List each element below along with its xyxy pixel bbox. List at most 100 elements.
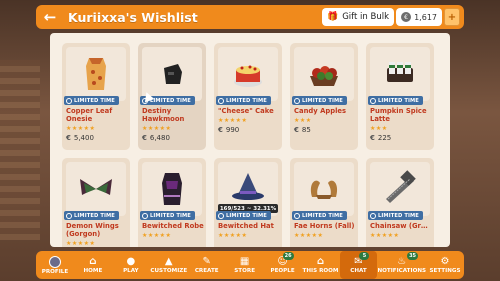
nav-chat[interactable]: 5 ✉ CHAT (339, 251, 378, 279)
chat-count-badge: 5 (359, 252, 370, 260)
nav-notifications[interactable]: 35 ♨ NOTIFICATIONS (377, 251, 426, 279)
limited-time-badge: LIMITED TIME (368, 211, 423, 220)
people-count-badge: 26 (282, 252, 294, 260)
item-name: Destiny Hawkmoon Pai... (142, 107, 185, 123)
bottom-nav-bar: PROFILE ⌂ HOME ● PLAY ▲ CUSTOMIZE ✎ CREA… (36, 251, 464, 279)
limited-time-badge: LIMITED TIME (292, 96, 347, 105)
nav-this-room[interactable]: ⌂ THIS ROOM (302, 251, 340, 279)
clock-icon (370, 212, 376, 219)
item-name: Pumpkin Spice Latte (370, 107, 427, 123)
item-thumbnail (370, 47, 430, 101)
add-currency-button[interactable]: + (444, 8, 460, 26)
room-icon: ⌂ (316, 256, 325, 267)
currency-balance: € 1,617 (396, 8, 442, 26)
demon-wings-icon (80, 179, 112, 195)
item-price: €225 (370, 134, 392, 142)
gamepad-icon: ● (126, 256, 136, 267)
nav-people[interactable]: 26 ☺ PEOPLE (264, 251, 302, 279)
item-price: €5,400 (66, 134, 94, 142)
item-name: "Cheese" Cake (218, 107, 274, 115)
chainsaw-icon (386, 170, 416, 203)
shirt-icon: ▲ (164, 256, 173, 267)
wishlist-header: ← Kuriixxa's Wishlist 🎁 Gift in Bulk € 1… (36, 5, 464, 29)
limited-time-badge: LIMITED TIME (216, 211, 271, 220)
wishlist-item[interactable]: LIMITED TIME "Cheese" Cake ★★★★★ €990 (214, 43, 282, 150)
item-rating: ★★★★★ (370, 232, 400, 239)
candy-apples-icon (310, 66, 338, 86)
gift-in-bulk-label: Gift in Bulk (342, 12, 389, 22)
coin-icon: € (370, 134, 375, 142)
gift-icon: 🎁 (327, 12, 339, 22)
item-thumbnail (142, 162, 202, 216)
nav-settings[interactable]: ⚙ SETTINGS (426, 251, 464, 279)
coin-icon: € (294, 126, 299, 134)
item-rating: ★★★★★ (66, 125, 96, 132)
item-rating: ★★★★★ (218, 117, 248, 124)
item-name: Bewitched Robe (142, 222, 204, 230)
cake-icon (234, 65, 262, 87)
wishlist-item[interactable]: LIMITED TIME Chainsaw (Gray) ★★★★★ (366, 158, 434, 247)
item-name: Candy Apples (294, 107, 347, 115)
clock-icon (294, 212, 300, 219)
bell-icon: ♨ (397, 256, 407, 267)
clock-icon (218, 212, 224, 219)
item-rating: ★★★★★ (66, 240, 96, 247)
hawkmoon-icon (164, 64, 182, 84)
clock-icon (66, 97, 72, 104)
coin-icon: € (218, 126, 223, 134)
limited-time-badge: LIMITED TIME (216, 96, 271, 105)
fae-horns-icon (310, 180, 338, 199)
clock-icon (66, 212, 72, 219)
limited-time-badge: LIMITED TIME (292, 211, 347, 220)
nav-play[interactable]: ● PLAY (112, 251, 150, 279)
limited-time-badge: LIMITED TIME (64, 211, 119, 220)
item-thumbnail (294, 47, 354, 101)
limited-time-badge: LIMITED TIME (64, 96, 119, 105)
robe-icon (162, 173, 182, 205)
gift-in-bulk-button[interactable]: 🎁 Gift in Bulk (322, 8, 394, 26)
nav-create[interactable]: ✎ CREATE (188, 251, 226, 279)
item-rating: ★★★ (370, 125, 388, 132)
wishlist-item[interactable]: LIMITED TIME Bewitched Robe ★★★★★ (138, 158, 206, 247)
item-thumbnail (66, 162, 126, 216)
onesie-icon (86, 58, 106, 90)
store-icon: ▦ (239, 256, 250, 267)
item-rating: ★★★★★ (218, 232, 248, 239)
item-thumbnail (218, 47, 278, 101)
item-name: Fae Horns (Fall) (294, 222, 355, 230)
item-thumbnail (294, 162, 354, 216)
home-icon: ⌂ (89, 256, 97, 267)
gear-icon: ⚙ (440, 256, 450, 267)
item-thumbnail (370, 162, 430, 216)
wishlist-grid: LIMITED TIME Copper Leaf Onesie ★★★★★ €5… (62, 43, 434, 247)
item-price: €6,480 (142, 134, 170, 142)
coin-icon: € (401, 12, 412, 22)
item-rating: ★★★★★ (294, 232, 324, 239)
item-price: €85 (294, 126, 311, 134)
limited-time-badge: LIMITED TIME (368, 96, 423, 105)
back-arrow-icon[interactable]: ← (38, 6, 62, 28)
item-thumbnail (66, 47, 126, 101)
item-name: Copper Leaf Onesie (66, 107, 113, 123)
hammer-icon: ✎ (202, 256, 211, 267)
wishlist-item[interactable]: LIMITED TIME Pumpkin Spice Latte ★★★ €22… (366, 43, 434, 150)
nav-customize[interactable]: ▲ CUSTOMIZE (150, 251, 188, 279)
wishlist-item[interactable]: LIMITED TIME Copper Leaf Onesie ★★★★★ €5… (62, 43, 130, 150)
nav-home[interactable]: ⌂ HOME (74, 251, 112, 279)
wishlist-panel: LIMITED TIME Copper Leaf Onesie ★★★★★ €5… (50, 33, 450, 247)
nav-profile[interactable]: PROFILE (36, 251, 74, 279)
limited-time-badge: LIMITED TIME (140, 211, 195, 220)
wishlist-item[interactable]: LIMITED TIME Demon Wings (Gorgon) ★★★★★ (62, 158, 130, 247)
clock-icon (370, 97, 376, 104)
item-rating: ★★★★★ (142, 232, 172, 239)
nav-store[interactable]: ▦ STORE (226, 251, 264, 279)
balance-value: 1,617 (414, 12, 437, 22)
item-name: Chainsaw (Gray) (370, 222, 432, 230)
coin-icon: € (66, 134, 71, 142)
wishlist-item[interactable]: LIMITED TIME Candy Apples ★★★ €85 (290, 43, 358, 150)
wishlist-item[interactable]: LIMITED TIME Fae Horns (Fall) ★★★★★ (290, 158, 358, 247)
latte-icon (387, 62, 413, 82)
avatar (48, 255, 61, 268)
item-price: €990 (218, 126, 240, 134)
wishlist-item[interactable]: 169/523 ~ 32.31% LIMITED TIME Bewitched … (214, 158, 282, 247)
